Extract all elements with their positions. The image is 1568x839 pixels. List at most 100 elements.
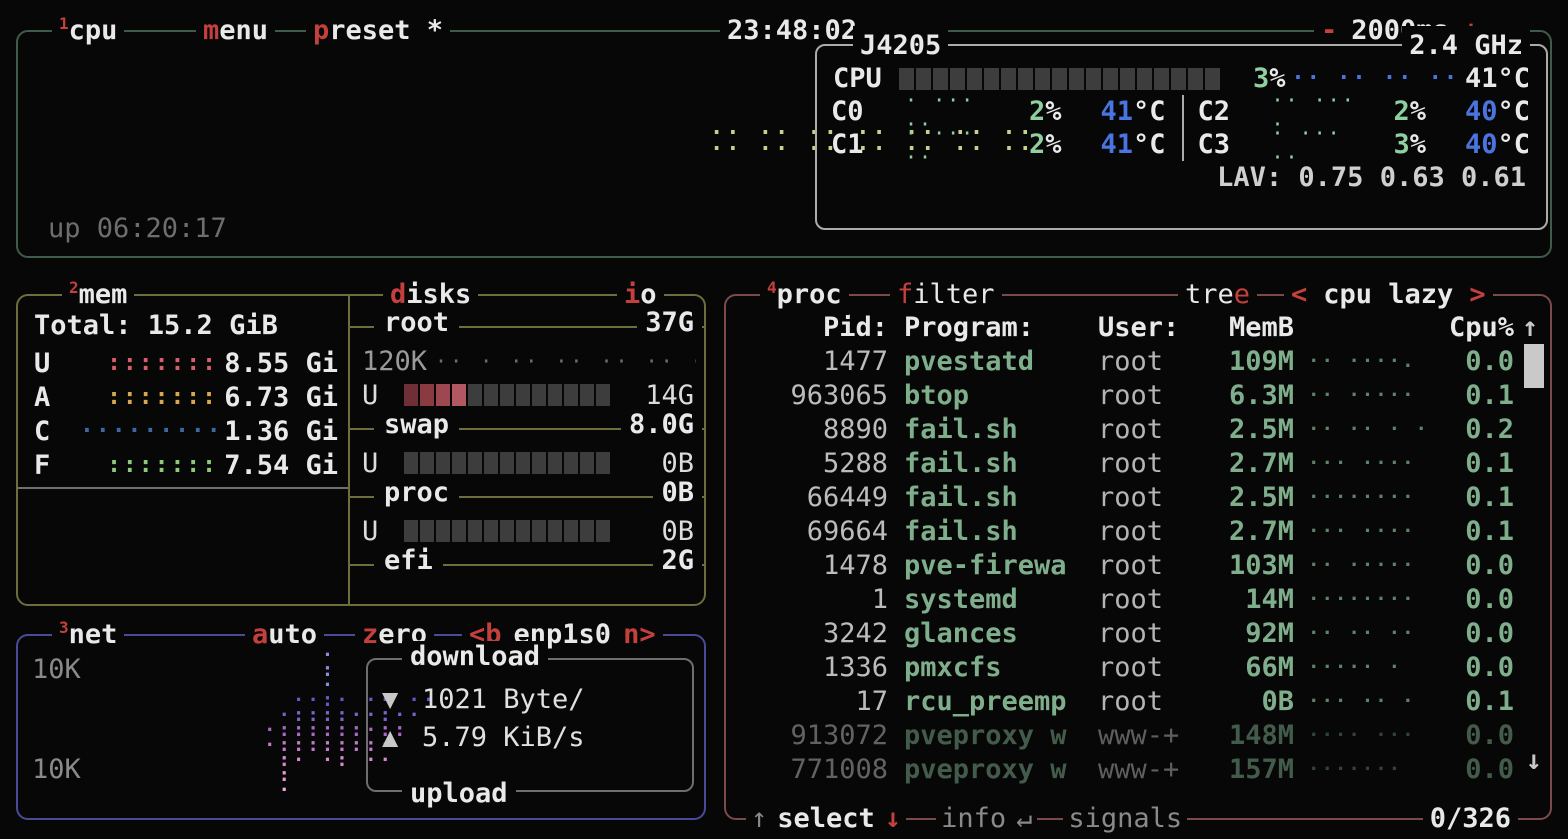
download-speed-row: ▼ 1021 Byte/ [382,680,692,718]
program-cell: systemd [904,584,1094,615]
cpu-total-meter [899,68,1220,90]
disk-size: 2G [653,545,702,576]
table-row[interactable]: 1478 pve-firewa root 103M ·· ····· 0.0 [726,548,1550,582]
mem-cell: 2.7M [1198,448,1294,479]
tab-cpu[interactable]: 1cpu [52,11,124,51]
zero-hotkey: z [362,619,378,650]
disk-size: 37G [637,307,702,338]
core-temp: 41°C [1062,129,1166,160]
cpu-frequency: 2.4 GHz [1402,26,1530,66]
mem-cell: 2.5M [1198,482,1294,513]
table-row[interactable]: 66449 fail.sh root 2.5M ········ 0.1 [726,480,1550,514]
cpu-cell: 0.0 [1438,618,1514,649]
tab-proc-number: 4 [767,278,777,297]
core-percent: 2% [1004,129,1062,160]
mem-cell: 109M [1198,346,1294,377]
mem-cell: 2.5M [1198,414,1294,445]
mem-cell: 157M [1198,754,1294,785]
cpu-cell: 0.2 [1438,414,1514,445]
table-row[interactable]: 69664 fail.sh root 2.7M ··· ···· 0.1 [726,514,1550,548]
table-row[interactable]: 8890 fail.sh root 2.5M ·· ·· · · 0.2 [726,412,1550,446]
table-row[interactable]: 1336 pmxcfs root 66M ····· · 0.0 [726,650,1550,684]
user-cell: root [1098,380,1198,411]
mem-row-free: F ::::::: 7.54 Gi [34,448,338,482]
select-button[interactable]: select [772,799,880,839]
scroll-down-icon[interactable]: ↓ [1526,745,1542,776]
user-cell: root [1098,346,1198,377]
sort-direction-icon[interactable]: ↑ [1522,312,1538,343]
mem-cell: 66M [1198,652,1294,683]
cpu-history-dots: ·· ·· · · [1308,418,1438,440]
mem-cell: 148M [1198,720,1294,751]
pid-cell: 1 [738,584,888,615]
program-cell: fail.sh [904,516,1094,547]
sort-prev-button[interactable]: < [1291,279,1307,310]
disk-used-label: U [362,380,404,411]
tab-proc[interactable]: 4proc [760,275,849,315]
menu-hotkey: m [203,15,219,46]
mem-row-value: 7.54 Gi [218,450,338,481]
header-program[interactable]: Program: [904,312,1094,343]
user-cell: root [1098,550,1198,581]
preset-button[interactable]: preset * [306,11,450,51]
cpu-cell: 0.0 [1438,720,1514,751]
disk-root-io-row: 120K ·· · ·· ·· ·· ·· ·· ·· ·· · ·· [350,344,704,378]
user-cell: root [1098,516,1198,547]
cpu-history-dots: ······· [1308,758,1438,780]
iface-next-button[interactable]: n> [623,619,656,650]
header-user[interactable]: User: [1098,312,1198,343]
cpu-history-dots: ········ [1308,486,1438,508]
mem-cell: 2.7M [1198,516,1294,547]
tree-button[interactable]: tree [1178,275,1257,315]
table-row[interactable]: 771008 pveproxy w www-+ 157M ······· 0.0 [726,752,1550,786]
table-row[interactable]: 17 rcu_preemp root 0B ··· ·· · 0.1 [726,684,1550,718]
mem-row-cached: C ········· 1.36 Gi [34,414,338,448]
preset-hotkey: p [313,15,329,46]
table-row[interactable]: 1477 pvestatd root 109M ·· ····. 0.0 [726,344,1550,378]
pid-cell: 771008 [738,754,888,785]
mem-total: Total: 15.2 GiB [34,310,338,346]
process-table-header: Pid: Program: User: MemB Cpu% ↑ [726,310,1550,344]
cpu-cell: 0.0 [1438,584,1514,615]
menu-button[interactable]: menu [196,11,275,51]
cpu-history-dots: ········ [1308,588,1438,610]
mem-row-label: F [34,450,80,481]
table-row[interactable]: 1 systemd root 14M ········ 0.0 [726,582,1550,616]
mem-row-available: A ::::::: 6.73 Gi [34,380,338,414]
mem-row-label: A [34,382,80,413]
info-button[interactable]: info [936,799,1011,839]
tab-net[interactable]: 3net [52,615,124,655]
cpu-history-dots: ···· ··· [1308,724,1438,746]
scrollbar-thumb[interactable] [1524,344,1544,388]
table-row[interactable]: 5288 fail.sh root 2.7M ··· ···· 0.1 [726,446,1550,480]
enter-icon[interactable]: ↵ [1011,799,1037,839]
disk-name: root [374,307,459,338]
header-cpu[interactable]: Cpu% [1438,312,1514,343]
tab-proc-label: proc [777,279,842,310]
disk-io-value: 120K [362,346,427,377]
cpu-model: J4205 [853,26,948,66]
filter-button[interactable]: filter [890,275,1002,315]
cpu-history-dots: ··· ···· [1308,452,1438,474]
program-cell: btop [904,380,1094,411]
table-row[interactable]: 963065 btop root 6.3M ·· ····· 0.1 [726,378,1550,412]
interval-decrease-button[interactable]: - [1321,15,1337,46]
select-down-icon[interactable]: ↓ [880,799,906,839]
table-row[interactable]: 913072 pveproxy w www-+ 148M ···· ··· 0.… [726,718,1550,752]
signals-button[interactable]: signals [1063,799,1187,839]
disk-used-value: 0B [610,448,694,479]
upload-label: upload [402,778,516,809]
sort-next-button[interactable]: > [1469,279,1485,310]
process-list: 1477 pvestatd root 109M ·· ····. 0.0 963… [726,344,1550,786]
cpu-box: 1cpu menu preset * 23:48:02 -2000ms+ ·· … [16,30,1552,258]
disk-used-meter [404,520,610,542]
filter-hotkey: f [897,279,913,310]
header-memb[interactable]: MemB [1198,312,1294,343]
header-pid[interactable]: Pid: [738,312,888,343]
select-up-icon[interactable]: ↑ [746,799,772,839]
pid-cell: 8890 [738,414,888,445]
table-row[interactable]: 3242 glances root 92M ·· ·· ·· 0.0 [726,616,1550,650]
proc-box: 4proc filter tree <cpu lazy> Pid: Progra… [724,294,1552,820]
program-cell: fail.sh [904,482,1094,513]
mem-cell: 6.3M [1198,380,1294,411]
